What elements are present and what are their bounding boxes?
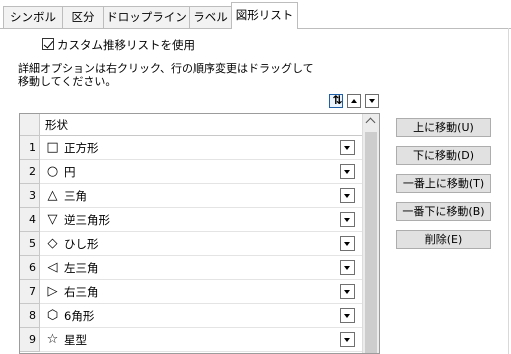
shape-label: 左三角 bbox=[64, 261, 99, 275]
row-number[interactable]: 1 bbox=[20, 136, 40, 160]
scroll-up-button[interactable] bbox=[363, 114, 379, 130]
shape-cell[interactable]: ▷ 右三角 bbox=[40, 280, 362, 304]
grid-scrollbar[interactable] bbox=[362, 114, 379, 353]
sort-button[interactable]: ⇅ bbox=[329, 93, 343, 108]
row-number[interactable]: 2 bbox=[20, 160, 40, 184]
move-top-button[interactable]: 一番上に移動(T) bbox=[396, 174, 491, 193]
row-number[interactable]: 4 bbox=[20, 208, 40, 232]
table-row[interactable]: 8 ⬡ 6角形 bbox=[20, 304, 362, 328]
shape-dropdown-button[interactable] bbox=[340, 188, 355, 203]
shape-dropdown-button[interactable] bbox=[340, 236, 355, 251]
chevron-down-icon bbox=[344, 266, 350, 270]
shape-icon: ⬡ bbox=[46, 308, 59, 323]
tab-category[interactable]: 区分 bbox=[62, 6, 104, 28]
expand-down-button[interactable] bbox=[365, 94, 379, 108]
delete-button[interactable]: 削除(E) bbox=[396, 230, 491, 249]
chevron-down-icon bbox=[344, 338, 350, 342]
shape-cell[interactable]: ◇ ひし形 bbox=[40, 232, 362, 256]
shape-label: 右三角 bbox=[64, 285, 99, 299]
shape-cell[interactable]: □ 正方形 bbox=[40, 136, 362, 160]
table-row[interactable]: 1 □ 正方形 bbox=[20, 136, 362, 160]
chevron-down-icon bbox=[344, 194, 350, 198]
shape-cell[interactable]: △ 三角 bbox=[40, 184, 362, 208]
sort-icon: ⇅ bbox=[332, 93, 342, 107]
shape-dropdown-button[interactable] bbox=[340, 140, 355, 155]
custom-list-checkbox[interactable] bbox=[42, 38, 54, 50]
table-row[interactable]: 5 ◇ ひし形 bbox=[20, 232, 362, 256]
shape-dropdown-button[interactable] bbox=[340, 212, 355, 227]
row-number[interactable]: 7 bbox=[20, 280, 40, 304]
triangle-down-icon bbox=[369, 99, 375, 103]
shape-label: 星型 bbox=[64, 333, 87, 347]
shape-label: 円 bbox=[64, 165, 76, 179]
chevron-up-icon bbox=[365, 117, 376, 128]
tab-shape-list[interactable]: 図形リスト bbox=[231, 2, 298, 29]
row-number[interactable]: 6 bbox=[20, 256, 40, 280]
shape-label: 三角 bbox=[64, 189, 87, 203]
shape-cell[interactable]: ◁ 左三角 bbox=[40, 256, 362, 280]
tab-label[interactable]: ラベル bbox=[189, 6, 232, 28]
collapse-up-button[interactable] bbox=[347, 94, 361, 108]
table-row[interactable]: 2 ○ 円 bbox=[20, 160, 362, 184]
shape-icon: ▷ bbox=[47, 284, 58, 299]
shape-dropdown-button[interactable] bbox=[340, 164, 355, 179]
chevron-down-icon bbox=[344, 290, 350, 294]
shape-cell[interactable]: ⬡ 6角形 bbox=[40, 304, 362, 328]
table-row[interactable]: 3 △ 三角 bbox=[20, 184, 362, 208]
chevron-down-icon bbox=[344, 218, 350, 222]
shape-label: 逆三角形 bbox=[64, 213, 110, 227]
shape-cell[interactable]: ☆ 星型 bbox=[40, 328, 362, 352]
shape-dropdown-button[interactable] bbox=[340, 260, 355, 275]
row-number[interactable]: 9 bbox=[20, 328, 40, 352]
grid-corner bbox=[20, 114, 40, 136]
triangle-up-icon bbox=[351, 99, 357, 103]
move-bottom-button[interactable]: 一番下に移動(B) bbox=[396, 202, 491, 221]
shape-cell[interactable]: ▽ 逆三角形 bbox=[40, 208, 362, 232]
shape-list-grid[interactable]: 形状 1 □ 正方形 2 ○ 円 3 △ 三角 4 ▽ 逆三角形 5 ◇ ひし形 6 ◁ 左三角 7 ▷ 右三角 8 ⬡ 6角… bbox=[19, 113, 380, 354]
shape-dropdown-button[interactable] bbox=[340, 332, 355, 347]
row-number[interactable]: 5 bbox=[20, 232, 40, 256]
shape-icon: ○ bbox=[46, 164, 59, 179]
shape-dropdown-button[interactable] bbox=[340, 308, 355, 323]
chevron-down-icon bbox=[344, 242, 350, 246]
table-row[interactable]: 4 ▽ 逆三角形 bbox=[20, 208, 362, 232]
shape-label: 正方形 bbox=[64, 141, 99, 155]
shape-label: 6角形 bbox=[64, 309, 95, 323]
shape-cell[interactable]: ○ 円 bbox=[40, 160, 362, 184]
scrollbar-thumb[interactable] bbox=[365, 132, 377, 353]
row-number[interactable]: 3 bbox=[20, 184, 40, 208]
column-header-shape: 形状 bbox=[40, 114, 362, 136]
tab-dropline[interactable]: ドロップライン bbox=[103, 6, 190, 28]
instructions-line-2: 移動してください。 bbox=[18, 75, 117, 88]
table-row[interactable]: 9 ☆ 星型 bbox=[20, 328, 362, 352]
row-number[interactable]: 8 bbox=[20, 304, 40, 328]
table-row[interactable]: 6 ◁ 左三角 bbox=[20, 256, 362, 280]
shape-icon: ▽ bbox=[47, 212, 58, 227]
chevron-down-icon bbox=[344, 314, 350, 318]
chevron-down-icon bbox=[344, 170, 350, 174]
shape-icon: □ bbox=[46, 140, 59, 155]
shape-icon: △ bbox=[47, 188, 58, 203]
tab-symbol[interactable]: シンボル bbox=[3, 6, 63, 28]
instructions-text: 詳細オプションは右クリック、行の順序変更はドラッグして 移動してください。 bbox=[18, 62, 338, 88]
move-up-button[interactable]: 上に移動(U) bbox=[396, 118, 491, 137]
shape-icon: ◁ bbox=[47, 260, 58, 275]
move-down-button[interactable]: 下に移動(D) bbox=[396, 146, 491, 165]
shape-label: ひし形 bbox=[64, 237, 99, 251]
tab-bar: シンボル 区分 ドロップライン ラベル 図形リスト bbox=[0, 0, 511, 29]
instructions-line-1: 詳細オプションは右クリック、行の順序変更はドラッグして bbox=[18, 62, 314, 75]
shape-icon: ☆ bbox=[46, 332, 59, 347]
table-row[interactable]: 7 ▷ 右三角 bbox=[20, 280, 362, 304]
panel-border bbox=[508, 28, 509, 354]
shape-dropdown-button[interactable] bbox=[340, 284, 355, 299]
shape-icon: ◇ bbox=[47, 236, 58, 251]
custom-list-label[interactable]: カスタム推移リストを使用 bbox=[57, 37, 195, 53]
chevron-down-icon bbox=[344, 146, 350, 150]
